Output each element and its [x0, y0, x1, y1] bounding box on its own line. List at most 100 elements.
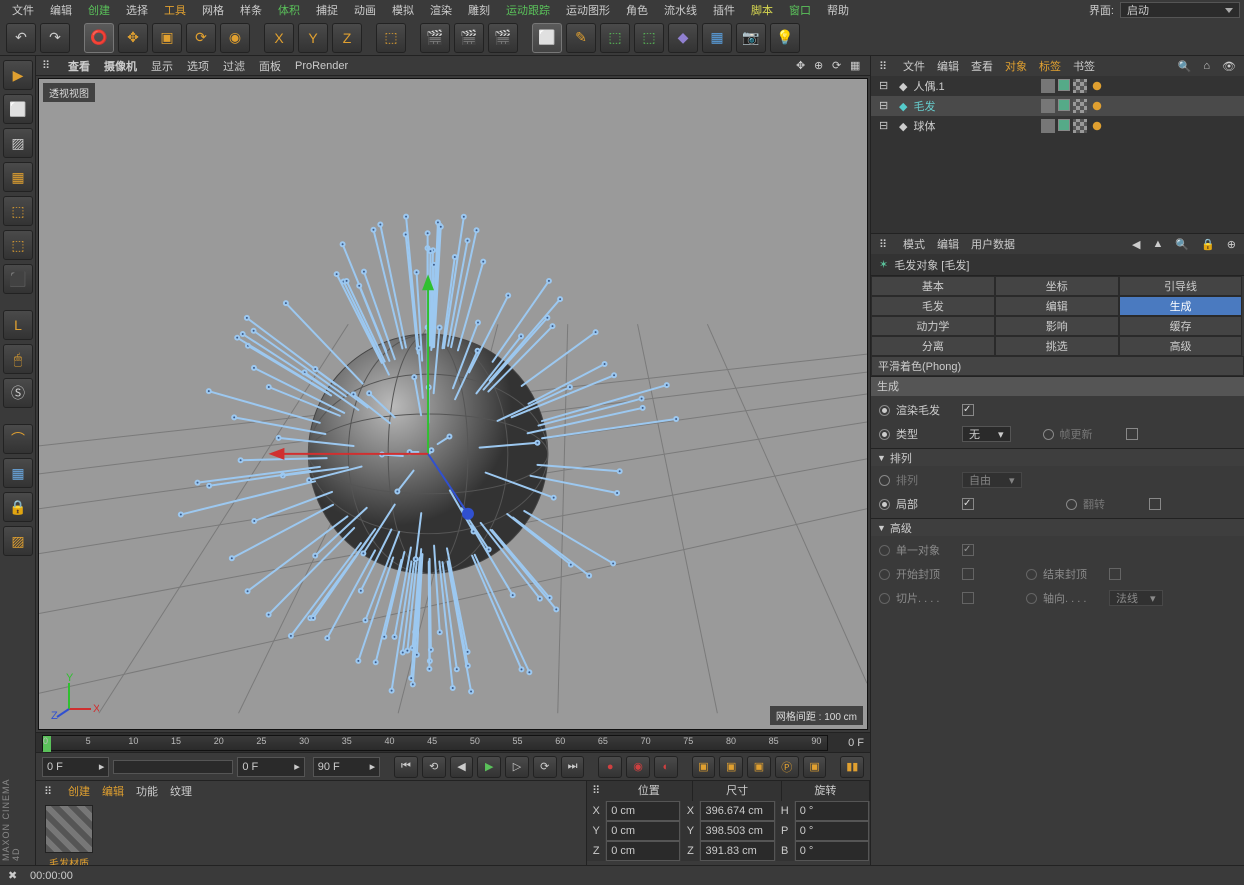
tab-basic[interactable]: 基本 — [871, 276, 995, 296]
tab-influence[interactable]: 影响 — [995, 316, 1119, 336]
add-spline[interactable]: ✎ — [566, 23, 596, 53]
keyopts-button[interactable]: ◐ — [654, 756, 678, 778]
undo-button[interactable]: ↶ — [6, 23, 36, 53]
move-tool[interactable]: ✥ — [118, 23, 148, 53]
menu-anim[interactable]: 动画 — [346, 0, 384, 20]
menu-render[interactable]: 渲染 — [422, 0, 460, 20]
attr-menu-userdata[interactable]: 用户数据 — [971, 236, 1015, 252]
menu-select[interactable]: 选择 — [118, 0, 156, 20]
nav-up-icon[interactable]: ▲ — [1152, 238, 1163, 250]
add-cube[interactable]: ⬜ — [532, 23, 562, 53]
tree-item[interactable]: ⊟◆人偶.1 — [871, 76, 1244, 96]
add-deformer[interactable]: ◆ — [668, 23, 698, 53]
keyframe-opts[interactable]: ▮▮ — [840, 756, 864, 778]
view-camera[interactable]: 摄像机 — [104, 58, 137, 74]
attr-menu-mode[interactable]: 模式 — [903, 236, 925, 252]
snap-toggle[interactable]: Ⓢ — [3, 378, 33, 408]
group-advanced[interactable]: ▼高级 — [871, 518, 1244, 536]
key-pla[interactable]: ▣ — [803, 756, 827, 778]
menu-script[interactable]: 脚本 — [743, 0, 781, 20]
menu-file[interactable]: 文件 — [4, 0, 42, 20]
mat-menu-edit[interactable]: 编辑 — [102, 783, 124, 799]
tab-pick[interactable]: 挑选 — [995, 336, 1119, 356]
nav-zoom-icon[interactable]: ⊕ — [814, 59, 828, 73]
search-icon[interactable]: 🔍 — [1178, 60, 1192, 73]
goto-end-button[interactable]: ⏭ — [561, 756, 585, 778]
tab-hair[interactable]: 毛发 — [871, 296, 995, 316]
obj-menu-file[interactable]: 文件 — [903, 58, 925, 74]
obj-menu-bookmarks[interactable]: 书签 — [1073, 58, 1095, 74]
add-light[interactable]: 💡 — [770, 23, 800, 53]
arrange-radio[interactable] — [879, 475, 890, 486]
y-axis-lock[interactable]: Y — [298, 23, 328, 53]
local-radio[interactable] — [879, 499, 890, 510]
menu-mograph[interactable]: 运动图形 — [558, 0, 618, 20]
local-check[interactable] — [962, 498, 974, 510]
live-select-tool[interactable]: ⭕ — [84, 23, 114, 53]
menu-volume[interactable]: 体积 — [270, 0, 308, 20]
goto-start-button[interactable]: ⏮ — [394, 756, 418, 778]
add-camera[interactable]: 📷 — [736, 23, 766, 53]
rotate-tool[interactable]: ⟳ — [186, 23, 216, 53]
nav-pan-icon[interactable]: ✥ — [796, 59, 810, 73]
tab-guides[interactable]: 引导线 — [1119, 276, 1243, 296]
next-frame-button[interactable]: ▷ — [505, 756, 529, 778]
home-icon[interactable]: ⌂ — [1203, 60, 1210, 72]
range-start-field[interactable]: 0 F▸ — [42, 757, 109, 777]
obj-menu-obj[interactable]: 对象 — [1005, 58, 1027, 74]
mat-menu-tex[interactable]: 纹理 — [170, 783, 192, 799]
render-pv[interactable]: 🎬 — [488, 23, 518, 53]
viewport-solo[interactable]: ▦ — [3, 458, 33, 488]
view-filter[interactable]: 过滤 — [223, 58, 245, 74]
play-button[interactable]: ▶ — [477, 756, 501, 778]
menu-pipeline[interactable]: 流水线 — [656, 0, 705, 20]
tab-advanced[interactable]: 高级 — [1119, 336, 1243, 356]
make-editable[interactable]: ▶ — [3, 60, 33, 90]
view-options[interactable]: 选项 — [187, 58, 209, 74]
mat-menu-create[interactable]: 创建 — [68, 783, 90, 799]
obj-menu-view[interactable]: 查看 — [971, 58, 993, 74]
aux-mode[interactable]: ▨ — [3, 526, 33, 556]
mat-menu-func[interactable]: 功能 — [136, 783, 158, 799]
type-radio[interactable] — [879, 429, 890, 440]
menu-sculpt[interactable]: 雕刻 — [460, 0, 498, 20]
refresh-check[interactable] — [1126, 428, 1138, 440]
tab-phong[interactable]: 平滑着色(Phong) — [871, 356, 1244, 376]
new-icon[interactable]: ⊕ — [1227, 238, 1236, 251]
tweak-mode[interactable]: 🖱 — [3, 344, 33, 374]
tab-edit[interactable]: 编辑 — [995, 296, 1119, 316]
flip-radio[interactable] — [1066, 499, 1077, 510]
render-settings[interactable]: 🎬 — [454, 23, 484, 53]
view-display[interactable]: 显示 — [151, 58, 173, 74]
attr-menu-edit[interactable]: 编辑 — [937, 236, 959, 252]
current-frame-field[interactable]: 0 F▸ — [237, 757, 304, 777]
menu-plugins[interactable]: 插件 — [705, 0, 743, 20]
lock-icon[interactable]: 🔒 — [1201, 238, 1215, 251]
layout-select[interactable]: 启动 — [1120, 2, 1240, 18]
render-hair-check[interactable] — [962, 404, 974, 416]
range-end-field[interactable]: 90 F▸ — [313, 757, 380, 777]
menu-tools[interactable]: 工具 — [156, 0, 194, 20]
tab-separate[interactable]: 分离 — [871, 336, 995, 356]
model-mode[interactable]: ⬜ — [3, 94, 33, 124]
add-generator2[interactable]: ⬚ — [634, 23, 664, 53]
view-prorender[interactable]: ProRender — [295, 60, 348, 72]
tab-cache[interactable]: 缓存 — [1119, 316, 1243, 336]
arrange-select[interactable]: 自由▾ — [962, 472, 1022, 488]
view-view[interactable]: 查看 — [68, 58, 90, 74]
render-hair-radio[interactable] — [879, 405, 890, 416]
menu-edit[interactable]: 编辑 — [42, 0, 80, 20]
soft-select[interactable]: ⌒ — [3, 424, 33, 454]
prev-frame-button[interactable]: ◀ — [450, 756, 474, 778]
axis-mode[interactable]: L — [3, 310, 33, 340]
render-view[interactable]: 🎬 — [420, 23, 450, 53]
scale-tool[interactable]: ▣ — [152, 23, 182, 53]
add-generator[interactable]: ⬚ — [600, 23, 630, 53]
key-scl[interactable]: ▣ — [719, 756, 743, 778]
point-mode[interactable]: ⬚ — [3, 196, 33, 226]
type-select[interactable]: 无▾ — [962, 426, 1011, 442]
key-rot[interactable]: ▣ — [747, 756, 771, 778]
flip-check[interactable] — [1149, 498, 1161, 510]
menu-character[interactable]: 角色 — [618, 0, 656, 20]
tree-item[interactable]: ⊟◆球体 — [871, 116, 1244, 136]
